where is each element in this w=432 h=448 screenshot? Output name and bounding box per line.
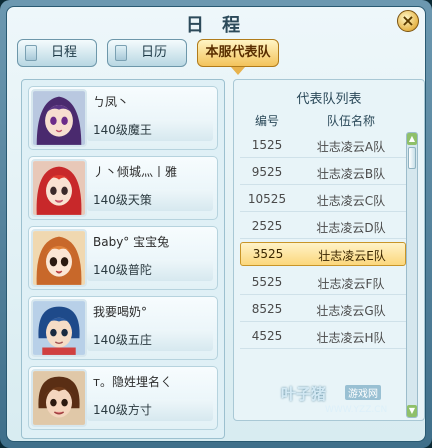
team-list-scrollbar[interactable]: ▲ ▼: [406, 132, 418, 418]
team-name: 壮志凌云E队: [318, 249, 386, 263]
tab-marker-icon: [25, 45, 37, 61]
girl-red-hair-icon: [33, 161, 85, 215]
team-name: 壮志凌云H队: [316, 331, 386, 345]
header-number: 编号: [254, 114, 279, 128]
active-tab-pointer-icon: [231, 67, 245, 75]
tab-calendar[interactable]: 日历: [107, 39, 187, 67]
member-name: 丿丶倾城灬丨雅: [93, 165, 178, 179]
scroll-down-button[interactable]: ▼: [407, 405, 417, 417]
team-number: 5525: [251, 275, 283, 289]
team-number: 9525: [251, 165, 283, 179]
team-list-panel: 代表队列表 编号 队伍名称 1525 壮志凌云A队 9525 壮志凌云B队 10…: [233, 79, 425, 421]
boy-brown-hair-icon: [33, 371, 85, 425]
tab-label: 日历: [140, 45, 167, 60]
avatar: [31, 299, 87, 357]
member-list[interactable]: ㄅ凤丶 140级魔王 丿丶倾城灬丨雅 140级天策 Baby° 宝宝兔 140级…: [21, 79, 225, 439]
arrow-down-icon: ▼: [408, 406, 416, 415]
girl-orange-hair-icon: [33, 231, 85, 285]
tab-label: 日程: [50, 45, 77, 60]
arrow-up-icon: ▲: [408, 134, 416, 143]
team-row[interactable]: 5525 壮志凌云F队: [240, 271, 406, 295]
team-number: 1525: [251, 138, 283, 152]
team-name: 壮志凌云B队: [316, 167, 386, 181]
tab-schedule[interactable]: 日程: [17, 39, 97, 67]
close-icon: ×: [401, 11, 415, 30]
team-name: 壮志凌云G队: [316, 304, 386, 318]
team-number: 2525: [251, 219, 283, 233]
team-name: 壮志凌云A队: [316, 140, 386, 154]
member-level: 140级五庄: [87, 329, 213, 351]
boy-blue-hair-icon: [33, 301, 85, 355]
member-name: ㄅ凤丶: [93, 95, 130, 109]
tab-bar: 日程 日历 本服代表队: [17, 37, 417, 75]
team-number: 3525: [252, 247, 284, 261]
team-number: 4525: [251, 329, 283, 343]
team-row[interactable]: 1525 壮志凌云A队: [240, 134, 406, 158]
girl-purple-hair-icon: [33, 91, 85, 145]
team-row[interactable]: 8525 壮志凌云G队: [240, 298, 406, 322]
member-name: т。隐姓埋名ㄑ: [93, 375, 172, 389]
schedule-panel: 日 程 × 日程 日历 本服代表队 ㄅ凤丶 140级魔王 丿丶倾城灬丨雅 140…: [6, 6, 426, 442]
tab-marker-icon: [115, 45, 127, 61]
avatar: [31, 159, 87, 217]
member-name: Baby° 宝宝兔: [93, 235, 170, 249]
member-level: 140级普陀: [87, 259, 213, 281]
window-frame: 日 程 × 日程 日历 本服代表队 ㄅ凤丶 140级魔王 丿丶倾城灬丨雅 140…: [0, 0, 432, 448]
scroll-thumb[interactable]: [408, 147, 416, 169]
member-level: 140级方寸: [87, 399, 213, 421]
member-card[interactable]: 我要喝奶° 140级五庄: [28, 296, 218, 360]
member-card[interactable]: т。隐姓埋名ㄑ 140级方寸: [28, 366, 218, 430]
tab-label: 本服代表队: [205, 45, 271, 60]
watermark-badge: 游戏网: [345, 385, 381, 400]
team-row[interactable]: 9525 壮志凌云B队: [240, 161, 406, 185]
member-card[interactable]: ㄅ凤丶 140级魔王: [28, 86, 218, 150]
header-team-name: 队伍名称: [326, 114, 375, 128]
watermark-url: WWW.YZZ.CN: [325, 405, 388, 415]
member-level: 140级魔王: [87, 119, 213, 141]
team-number: 10525: [247, 192, 287, 206]
scroll-up-button[interactable]: ▲: [407, 133, 417, 145]
team-number: 8525: [251, 302, 283, 316]
member-card[interactable]: Baby° 宝宝兔 140级普陀: [28, 226, 218, 290]
team-row[interactable]: 2525 壮志凌云D队: [240, 215, 406, 239]
team-list-header: 编号 队伍名称: [240, 110, 406, 130]
team-name: 壮志凌云D队: [316, 221, 386, 235]
site-watermark: 叶子猪 游戏网 WWW.YZZ.CN: [281, 383, 405, 423]
member-name: 我要喝奶°: [93, 305, 148, 319]
team-name: 壮志凌云F队: [317, 277, 385, 291]
watermark-logo-text: 叶子猪: [281, 385, 327, 403]
team-name: 壮志凌云C队: [316, 194, 386, 208]
team-row[interactable]: 10525 壮志凌云C队: [240, 188, 406, 212]
avatar: [31, 369, 87, 427]
team-row[interactable]: 4525 壮志凌云H队: [240, 325, 406, 349]
title-bar: 日 程 ×: [7, 7, 425, 37]
team-list-title: 代表队列表: [296, 92, 362, 107]
member-card[interactable]: 丿丶倾城灬丨雅 140级天策: [28, 156, 218, 220]
avatar: [31, 89, 87, 147]
member-level: 140级天策: [87, 189, 213, 211]
close-button[interactable]: ×: [397, 10, 419, 32]
team-row-selected[interactable]: 3525 壮志凌云E队: [240, 242, 406, 266]
avatar: [31, 229, 87, 287]
tab-server-team[interactable]: 本服代表队: [197, 39, 279, 75]
window-title: 日 程: [185, 15, 247, 36]
